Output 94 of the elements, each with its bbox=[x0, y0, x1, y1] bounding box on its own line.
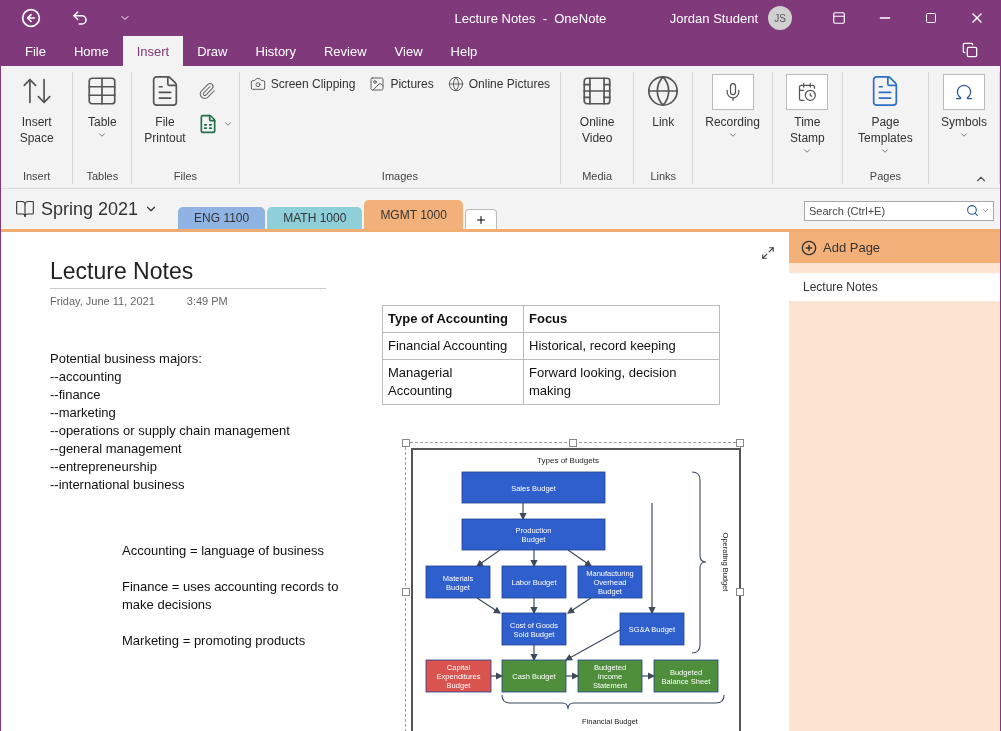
table-cell: Forward looking, decision making bbox=[523, 359, 720, 405]
arrow bbox=[564, 629, 621, 661]
table-cell: Historical, record keeping bbox=[523, 332, 720, 360]
arrow bbox=[476, 597, 501, 614]
arrow bbox=[490, 672, 504, 680]
resize-handle[interactable] bbox=[402, 588, 410, 596]
arrow bbox=[641, 672, 656, 680]
calendar-clock-icon bbox=[797, 82, 818, 102]
ribbon-button[interactable]: Screen Clipping bbox=[245, 72, 360, 96]
note-line: --finance bbox=[50, 386, 102, 404]
group-label: Files bbox=[172, 170, 199, 184]
page-time: 3:49 PM bbox=[186, 295, 228, 307]
ribbon-options-icon[interactable] bbox=[832, 11, 846, 25]
section-tab[interactable]: MGMT 1000 bbox=[364, 200, 463, 229]
ribbon-button[interactable]: File Printout bbox=[138, 72, 192, 148]
arrow bbox=[567, 597, 592, 614]
group-label: Insert bbox=[21, 170, 52, 184]
ribbon-tab[interactable]: Insert bbox=[122, 36, 184, 66]
ribbon-tab[interactable]: File bbox=[11, 36, 60, 66]
user-name[interactable]: Jordan Student bbox=[669, 10, 758, 26]
undo-icon[interactable] bbox=[71, 9, 89, 27]
ribbon-tab[interactable]: Draw bbox=[183, 36, 242, 66]
resize-handle[interactable] bbox=[736, 588, 744, 596]
table-cell: Managerial Accounting bbox=[382, 359, 524, 405]
ribbon-button[interactable]: Recording bbox=[699, 72, 766, 142]
section-tab[interactable]: MATH 1000 bbox=[267, 207, 363, 229]
arrow bbox=[567, 549, 592, 567]
note-line: --operations or supply chain management bbox=[50, 422, 290, 440]
omega-icon bbox=[954, 82, 974, 102]
page-title: Lecture Notes bbox=[50, 258, 326, 289]
ribbon-tab[interactable]: Review bbox=[309, 36, 381, 66]
ribbon-button[interactable]: Online Pictures bbox=[443, 72, 555, 96]
ribbon-button[interactable]: Pictures bbox=[365, 72, 438, 96]
arrow bbox=[565, 672, 580, 680]
note-line: --general management bbox=[50, 440, 183, 458]
ribbon-button[interactable]: Table bbox=[79, 72, 126, 142]
ribbon-tab[interactable]: Home bbox=[59, 36, 123, 66]
resize-handle[interactable] bbox=[402, 439, 410, 447]
arrow bbox=[530, 549, 538, 568]
ribbon-button[interactable]: Link bbox=[640, 72, 687, 132]
back-icon[interactable] bbox=[21, 8, 41, 28]
ribbon-button[interactable]: Insert Space bbox=[7, 72, 67, 148]
arrow bbox=[530, 597, 538, 615]
caret-icon bbox=[981, 206, 990, 215]
camera-icon bbox=[249, 76, 266, 92]
table-header: Focus bbox=[523, 305, 720, 333]
add-icon bbox=[801, 239, 817, 256]
arrow bbox=[530, 644, 538, 662]
ribbon-tab[interactable]: Help bbox=[436, 36, 492, 66]
group-label: Pages bbox=[868, 170, 903, 184]
group-label: Images bbox=[380, 170, 419, 184]
group-label: Media bbox=[581, 170, 614, 184]
search-field[interactable]: Search (Ctrl+E) bbox=[804, 201, 994, 221]
group-label: Links bbox=[649, 170, 678, 184]
add-section-button[interactable] bbox=[464, 209, 497, 229]
picture-icon bbox=[369, 76, 386, 92]
ribbon-button[interactable]: Page Templates bbox=[848, 72, 922, 158]
table-header: Type of Accounting bbox=[382, 305, 524, 333]
notebook-picker[interactable]: Spring 2021 bbox=[1, 189, 167, 229]
globe-icon bbox=[646, 74, 681, 108]
avatar[interactable]: JS bbox=[768, 6, 792, 30]
notebook-icon bbox=[15, 199, 35, 219]
windows-icon[interactable] bbox=[962, 42, 978, 58]
group-label: Tables bbox=[85, 170, 120, 184]
maximize-icon[interactable] bbox=[925, 12, 937, 24]
globe-picture-icon bbox=[447, 76, 464, 92]
window-title: Lecture Notes - OneNote bbox=[453, 10, 608, 26]
plus-icon bbox=[474, 213, 487, 226]
paperclip-icon[interactable] bbox=[197, 82, 216, 100]
ribbon-button[interactable]: Online Video bbox=[567, 72, 628, 148]
add-page-button[interactable]: Add Page bbox=[789, 232, 1000, 263]
note-paragraph: Accounting = language of business bbox=[122, 542, 325, 560]
note-line: --entrepreneurship bbox=[50, 458, 158, 476]
diagram-title: Types of Budgets bbox=[537, 456, 599, 465]
table-cell: Financial Accounting bbox=[382, 332, 524, 360]
note-line: --marketing bbox=[50, 404, 117, 422]
search-icon[interactable] bbox=[966, 204, 979, 217]
arrow bbox=[476, 549, 501, 567]
note-line: --international business bbox=[50, 476, 186, 494]
arrow bbox=[519, 502, 527, 521]
ribbon-tab[interactable]: History bbox=[241, 36, 310, 66]
ribbon-button[interactable]: Time Stamp bbox=[778, 72, 836, 158]
note-paragraph: Marketing = promoting products bbox=[122, 632, 307, 650]
note-line: --accounting bbox=[50, 368, 123, 386]
page-item[interactable]: Lecture Notes bbox=[789, 273, 1000, 301]
ribbon-tab[interactable]: View bbox=[380, 36, 437, 66]
resize-handle[interactable] bbox=[569, 439, 577, 447]
resize-handle[interactable] bbox=[736, 439, 744, 447]
ribbon-button[interactable]: Symbols bbox=[935, 72, 993, 142]
expand-icon[interactable] bbox=[761, 246, 775, 260]
page-date: Friday, June 11, 2021 bbox=[50, 295, 155, 307]
note-line: Potential business majors: bbox=[50, 350, 203, 368]
note-paragraph: Finance = uses accounting records to make decisions bbox=[122, 578, 340, 614]
section-tab[interactable]: ENG 1100 bbox=[178, 207, 266, 229]
